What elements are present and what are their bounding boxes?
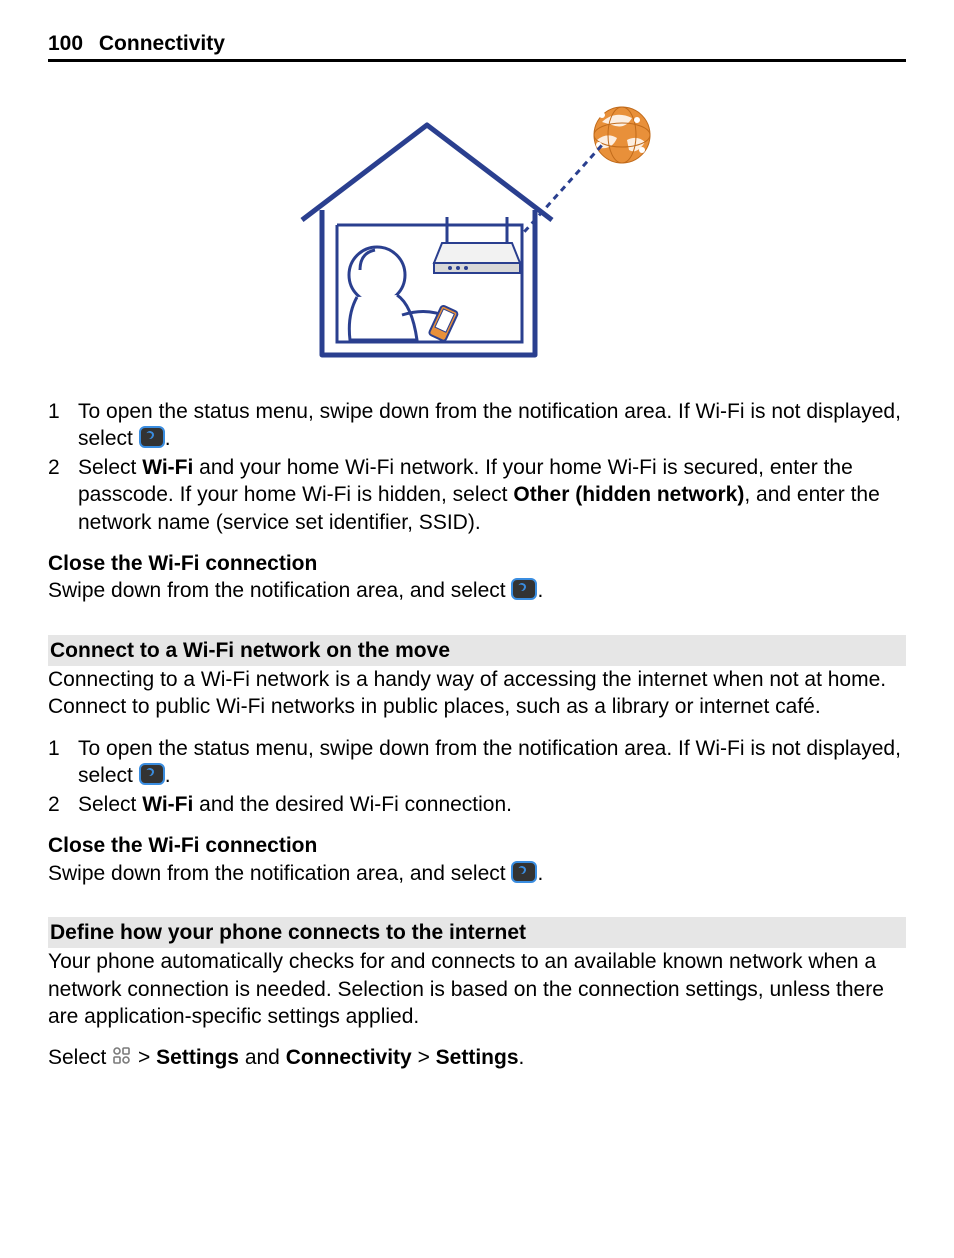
step-number: 1 — [48, 398, 78, 453]
step-number: 1 — [48, 735, 78, 790]
section-title: Connectivity — [99, 32, 225, 55]
step-number: 2 — [48, 454, 78, 536]
page-header: 100 Connectivity — [48, 30, 906, 62]
close-text-2: Swipe down from the notification area, a… — [48, 860, 906, 887]
wifi-toggle-icon — [511, 861, 537, 883]
section-connect-move: Connect to a Wi-Fi network on the move — [48, 635, 906, 666]
list-item: 1 To open the status menu, swipe down fr… — [48, 398, 906, 453]
step-text: To open the status menu, swipe down from… — [78, 398, 906, 453]
section-define-connection: Define how your phone connects to the in… — [48, 917, 906, 948]
wifi-toggle-icon — [511, 578, 537, 600]
step-text: Select Wi-Fi and the desired Wi-Fi conne… — [78, 791, 906, 818]
close-text-1: Swipe down from the notification area, a… — [48, 577, 906, 604]
wifi-toggle-icon — [139, 763, 165, 785]
section2-intro: Connecting to a Wi-Fi network is a handy… — [48, 666, 906, 721]
section3-intro: Your phone automatically checks for and … — [48, 948, 906, 1030]
illustration — [48, 80, 906, 377]
menu-grid-icon — [112, 1046, 132, 1066]
list-item: 1 To open the status menu, swipe down fr… — [48, 735, 906, 790]
close-heading-1: Close the Wi-Fi connection — [48, 550, 906, 577]
step-number: 2 — [48, 791, 78, 818]
list-item: 2 Select Wi-Fi and the desired Wi-Fi con… — [48, 791, 906, 818]
step-text: Select Wi-Fi and your home Wi-Fi network… — [78, 454, 906, 536]
menu-path: Select > Settings and Connectivity > Set… — [48, 1044, 906, 1071]
step-text: To open the status menu, swipe down from… — [78, 735, 906, 790]
steps-list-1: 1 To open the status menu, swipe down fr… — [48, 398, 906, 536]
steps-list-2: 1 To open the status menu, swipe down fr… — [48, 735, 906, 819]
wifi-toggle-icon — [139, 426, 165, 448]
page-number: 100 — [48, 30, 83, 57]
close-heading-2: Close the Wi-Fi connection — [48, 832, 906, 859]
list-item: 2 Select Wi-Fi and your home Wi-Fi netwo… — [48, 454, 906, 536]
